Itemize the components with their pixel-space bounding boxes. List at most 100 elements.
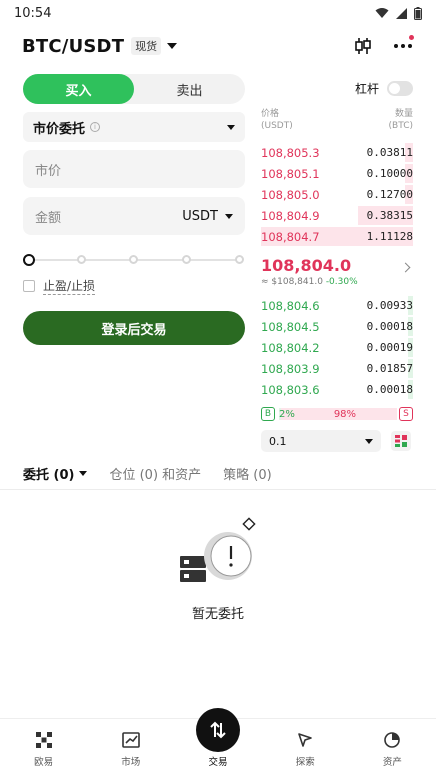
- ask-price: 108,805.1: [261, 166, 320, 181]
- pair-dropdown-icon[interactable]: [167, 43, 178, 49]
- bid-row[interactable]: 108,804.5 0.00018: [261, 316, 413, 337]
- ask-row[interactable]: 108,805.1 0.10000: [261, 163, 413, 184]
- qty-header: 数量: [394, 109, 413, 119]
- bid-row[interactable]: 108,803.6 0.00018: [261, 379, 413, 400]
- nav-market[interactable]: 市场: [87, 719, 174, 776]
- nav-okx-label: 欧易: [34, 757, 54, 768]
- buy-badge: B: [261, 407, 275, 421]
- chevron-down-icon: [225, 213, 233, 219]
- ask-row[interactable]: 108,804.9 0.38315: [261, 205, 413, 226]
- slider-step-75[interactable]: [182, 255, 191, 264]
- compass-icon: [298, 733, 313, 747]
- okx-logo-icon: [35, 732, 52, 748]
- amount-slider[interactable]: [23, 253, 245, 267]
- ask-price: 108,805.3: [261, 145, 320, 160]
- last-price-block[interactable]: 108,804.0 ≈ $108,841.0 -0.30%: [261, 247, 413, 295]
- tab-sell[interactable]: 卖出: [134, 74, 245, 104]
- info-icon[interactable]: i: [90, 122, 101, 132]
- amount-field[interactable]: 金额 USDT: [23, 197, 245, 235]
- leverage-row: 杠杆: [261, 74, 413, 102]
- slider-step-50[interactable]: [129, 255, 138, 264]
- slider-handle[interactable]: [23, 254, 35, 266]
- depth-row: 0.1: [261, 430, 413, 452]
- nav-assets[interactable]: 资产: [349, 719, 436, 776]
- nav-trade-label: 交易: [208, 757, 228, 768]
- ask-qty: 0.38315: [366, 209, 413, 222]
- ask-price: 108,804.7: [261, 229, 320, 244]
- tab-positions[interactable]: 仓位 (0) 和资产: [109, 464, 201, 483]
- bids-list: 108,804.6 0.00933 108,804.5 0.00018 108,80…: [261, 295, 413, 400]
- signal-icon: [396, 7, 407, 19]
- bid-row[interactable]: 108,804.2 0.00019: [261, 337, 413, 358]
- ask-qty: 0.12700: [366, 188, 413, 201]
- nav-explore[interactable]: 探索: [262, 719, 349, 776]
- amount-placeholder: 金额: [35, 210, 62, 226]
- ask-qty: 0.03811: [366, 146, 413, 159]
- nav-market-label: 市场: [121, 757, 141, 768]
- ask-price: 108,804.9: [261, 208, 320, 223]
- bid-price: 108,804.5: [261, 319, 320, 334]
- candlestick-chart-icon[interactable]: [352, 35, 374, 57]
- tpsl-checkbox[interactable]: [23, 280, 35, 292]
- tab-buy[interactable]: 买入: [23, 74, 134, 104]
- empty-state-text: 暂无委托: [191, 607, 244, 622]
- price-unit: (USDT): [261, 121, 293, 131]
- order-type-label: 市价委托: [33, 121, 86, 137]
- ask-row[interactable]: 108,805.3 0.03811: [261, 142, 413, 163]
- last-change: -0.30%: [325, 276, 358, 287]
- bid-row[interactable]: 108,803.9 0.01857: [261, 358, 413, 379]
- status-bar: 10:54: [0, 0, 436, 26]
- tpsl-label: 止盈/止损: [43, 279, 96, 295]
- pair-title[interactable]: BTC/USDT: [22, 36, 124, 57]
- bid-qty: 0.00933: [366, 299, 413, 312]
- orderbook-panel: 杠杆 价格 (USDT) 数量 (BTC) 108,805.3 0.03811 1…: [261, 74, 413, 452]
- notification-dot: [409, 35, 414, 40]
- amount-unit-label: USDT: [182, 208, 218, 224]
- bid-price: 108,803.6: [261, 382, 320, 397]
- ask-row[interactable]: 108,805.0 0.12700: [261, 184, 413, 205]
- side-tabs: 买入 卖出: [23, 74, 245, 104]
- buy-ratio-pct: 2%: [279, 408, 295, 420]
- ask-row[interactable]: 108,804.7 1.11128: [261, 226, 413, 247]
- ask-qty: 0.10000: [366, 167, 413, 180]
- bid-qty: 0.01857: [366, 362, 413, 375]
- nav-explore-label: 探索: [295, 757, 315, 768]
- empty-state-illustration: [168, 516, 268, 596]
- bid-qty: 0.00019: [366, 341, 413, 354]
- bid-qty: 0.00018: [366, 383, 413, 396]
- nav-okx[interactable]: 欧易: [0, 719, 87, 776]
- slider-step-25[interactable]: [77, 255, 86, 264]
- order-form: 买入 卖出 市价委托 i 市价 金额 USDT 止盈/止损 登录后交易: [23, 74, 245, 345]
- tab-strategy[interactable]: 策略 (0): [223, 464, 272, 483]
- last-price-sub: ≈ $108,841.0 -0.30%: [261, 277, 413, 287]
- empty-orders-icon: [180, 517, 256, 582]
- orderbook-layout-icon[interactable]: [391, 431, 411, 451]
- bid-qty: 0.00018: [366, 320, 413, 333]
- sell-badge: S: [398, 407, 413, 421]
- slider-step-100[interactable]: [235, 255, 244, 264]
- tpsl-row[interactable]: 止盈/止损: [23, 277, 245, 295]
- status-icons: [375, 6, 422, 20]
- wifi-icon: [375, 8, 389, 18]
- nav-trade[interactable]: 交易: [174, 708, 261, 776]
- bid-row[interactable]: 108,804.6 0.00933: [261, 295, 413, 316]
- login-to-trade-button[interactable]: 登录后交易: [23, 311, 245, 345]
- buy-sell-ratio: B 2% 98% S: [261, 406, 413, 422]
- spot-badge: 现货: [131, 37, 162, 55]
- battery-icon: [414, 6, 422, 20]
- leverage-toggle[interactable]: [387, 80, 413, 96]
- divider: [0, 489, 436, 490]
- depth-precision-select[interactable]: 0.1: [261, 430, 381, 452]
- chevron-down-icon: [365, 438, 373, 444]
- asks-list: 108,805.3 0.03811 108,805.1 0.10000 108,80…: [261, 142, 413, 247]
- last-fiat: ≈ $108,841.0: [261, 276, 323, 287]
- depth-value: 0.1: [269, 434, 287, 448]
- tab-open-orders[interactable]: 委托 (0): [23, 464, 88, 483]
- header: BTC/USDT 现货: [0, 26, 436, 66]
- more-icon[interactable]: [392, 35, 414, 57]
- amount-unit-select[interactable]: USDT: [182, 209, 233, 224]
- price-field[interactable]: 市价: [23, 150, 245, 188]
- qty-unit: (BTC): [388, 121, 413, 131]
- order-type-select[interactable]: 市价委托 i: [23, 112, 245, 142]
- price-header: 价格: [261, 109, 280, 119]
